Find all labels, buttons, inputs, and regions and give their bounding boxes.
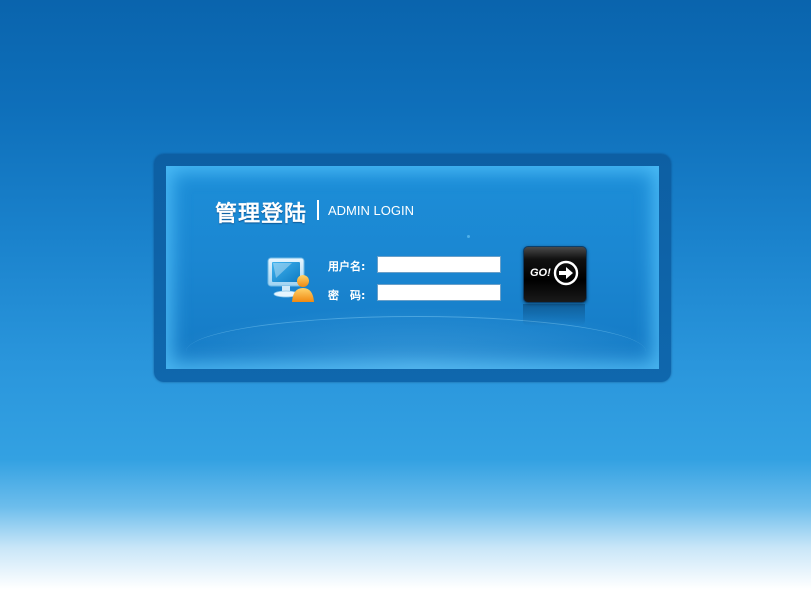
go-button-reflection — [523, 304, 585, 326]
title-separator — [317, 200, 319, 220]
decorative-dot — [467, 235, 470, 238]
username-input[interactable] — [377, 256, 501, 273]
password-label: 密 码: — [328, 289, 366, 302]
password-input[interactable] — [377, 284, 501, 301]
login-box: 管理登陆 ADMIN LOGIN 用户名: 密 码: GO! — [154, 154, 671, 382]
username-label: 用户名: — [328, 260, 366, 273]
login-title-english: ADMIN LOGIN — [328, 203, 414, 218]
arrow-right-icon — [553, 260, 579, 286]
go-button[interactable]: GO! — [523, 246, 587, 303]
login-panel: 管理登陆 ADMIN LOGIN 用户名: 密 码: GO! — [166, 166, 659, 369]
go-button-label: GO! — [530, 267, 551, 279]
login-title-chinese: 管理登陆 — [215, 202, 308, 227]
computer-user-icon — [267, 257, 314, 302]
